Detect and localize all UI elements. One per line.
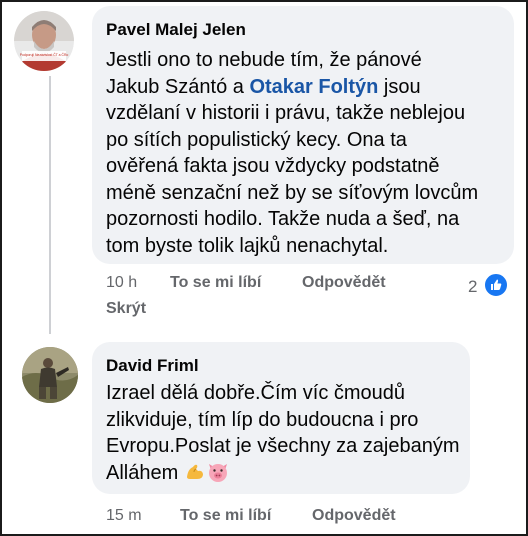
avatar[interactable] — [22, 347, 78, 403]
comment-time[interactable]: 15 m — [106, 507, 180, 525]
thread-line — [49, 76, 51, 334]
comments-panel: Podporuji Nezávislost ČT a ČRo Pavel Mal… — [0, 0, 528, 536]
comment-text-part: Izrael dělá dobře.Čím víc čmoudů zlikvid… — [106, 382, 460, 484]
comment-bubble: Pavel Malej Jelen Jestli ono to nebude t… — [92, 6, 514, 264]
comment-bubble: David Friml Izrael dělá dobře.Čím víc čm… — [92, 342, 470, 494]
like-button[interactable]: To se mi líbí — [170, 274, 302, 292]
hide-button[interactable]: Skrýt — [106, 300, 146, 317]
reply-button[interactable]: Odpovědět — [302, 274, 386, 291]
comment-meta: 10 h To se mi líbí Odpovědět — [106, 274, 386, 292]
comment-author[interactable]: David Friml — [106, 356, 199, 376]
comment-text: Izrael dělá dobře.Čím víc čmoudů zlikvid… — [106, 380, 466, 490]
like-button[interactable]: To se mi líbí — [180, 507, 312, 525]
comment-time[interactable]: 10 h — [106, 274, 170, 292]
comment-meta-secondary: Skrýt — [106, 300, 146, 318]
like-icon[interactable] — [483, 272, 509, 298]
reply-button[interactable]: Odpovědět — [312, 507, 396, 524]
avatar[interactable]: Podporuji Nezávislost ČT a ČRo — [14, 11, 74, 71]
mention-link[interactable]: Otakar Foltýn — [249, 76, 378, 98]
reaction-count[interactable]: 2 — [468, 277, 477, 297]
pig-face-emoji — [206, 461, 230, 491]
comment-text-part: jsou vzdělaní v historii i právu, takže … — [106, 75, 479, 257]
avatar-badge-text: Podporuji Nezávislost ČT a ČRo — [20, 52, 69, 57]
comment-text: Jestli ono to nebude tím, že pánové Jaku… — [106, 47, 506, 259]
comment-meta: 15 m To se mi líbí Odpovědět — [106, 507, 396, 525]
comment-author[interactable]: Pavel Malej Jelen — [106, 20, 246, 40]
flexed-biceps-emoji — [184, 461, 206, 491]
